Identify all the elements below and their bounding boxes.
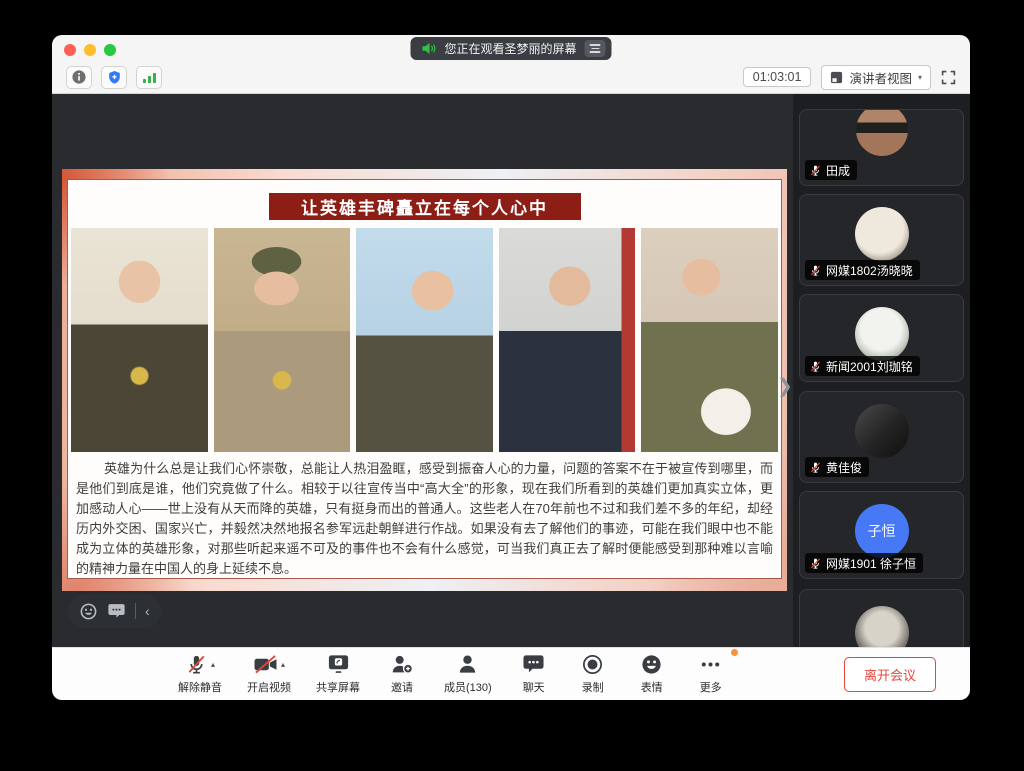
quick-chat-icon[interactable] bbox=[107, 603, 126, 620]
signal-bars-icon bbox=[142, 71, 157, 84]
reaction-pill: ‹ bbox=[68, 594, 161, 628]
participants-sidebar: 田成 网媒1802汤晓晓 bbox=[793, 94, 970, 647]
meeting-window: 您正在观看圣梦丽的屏幕 bbox=[52, 35, 970, 700]
fullscreen-icon[interactable] bbox=[941, 70, 956, 85]
chat-button[interactable]: 聊天 bbox=[517, 653, 551, 695]
mic-muted-icon bbox=[809, 461, 822, 474]
avatar: 子恒 bbox=[855, 504, 909, 558]
participant-tile[interactable]: 田成 bbox=[799, 109, 964, 186]
screen-share-banner: 您正在观看圣梦丽的屏幕 bbox=[410, 37, 611, 60]
titlebar: 您正在观看圣梦丽的屏幕 bbox=[52, 35, 970, 94]
sidebar-collapse-chevron[interactable]: ❯ bbox=[777, 370, 793, 402]
minimize-window-button[interactable] bbox=[84, 44, 96, 56]
pill-divider bbox=[135, 603, 136, 619]
avatar bbox=[855, 207, 909, 261]
veteran-photo-3 bbox=[356, 228, 493, 452]
info-icon bbox=[71, 69, 87, 85]
network-status-button[interactable] bbox=[136, 66, 162, 89]
shield-icon bbox=[107, 70, 122, 85]
zoom-window-button[interactable] bbox=[104, 44, 116, 56]
notification-dot bbox=[731, 649, 738, 656]
mic-muted-icon bbox=[809, 164, 822, 177]
shared-screen-stage: 让英雄丰碑矗立在每个人心中 英雄为什么总是让我们心怀崇敬，总能让人热泪盈眶，感受… bbox=[52, 94, 793, 647]
emoji-button[interactable]: 表情 bbox=[635, 653, 669, 695]
veteran-photo-row bbox=[71, 228, 778, 452]
participant-name-badge: 网媒1802汤晓晓 bbox=[805, 260, 920, 280]
slide-frame: 让英雄丰碑矗立在每个人心中 英雄为什么总是让我们心怀崇敬，总能让人热泪盈眶，感受… bbox=[67, 179, 782, 579]
meeting-info-button[interactable] bbox=[66, 66, 92, 89]
avatar bbox=[856, 109, 908, 156]
participant-tile[interactable]: 新闻2001刘珈铭 bbox=[799, 294, 964, 382]
control-bar: ▴ 解除静音 ▴ 开启视频 bbox=[52, 647, 970, 700]
share-screen-button[interactable]: 共享屏幕 bbox=[316, 653, 360, 695]
view-mode-selector[interactable]: 演讲者视图 ▾ bbox=[821, 65, 931, 90]
emoji-icon bbox=[640, 653, 663, 676]
start-video-button[interactable]: ▴ 开启视频 bbox=[247, 653, 291, 695]
mic-muted-icon bbox=[185, 653, 208, 676]
veteran-photo-1 bbox=[71, 228, 208, 452]
participant-name: 黄佳俊 bbox=[826, 459, 862, 476]
participant-tile[interactable]: 黄佳俊 bbox=[799, 391, 964, 483]
emoji-reaction-icon[interactable] bbox=[79, 602, 98, 621]
traffic-lights bbox=[64, 44, 116, 56]
invite-button[interactable]: 邀请 bbox=[385, 653, 419, 695]
participant-name-badge: 黄佳俊 bbox=[805, 457, 869, 477]
layout-icon bbox=[830, 71, 843, 84]
presentation-slide: 让英雄丰碑矗立在每个人心中 英雄为什么总是让我们心怀崇敬，总能让人热泪盈眶，感受… bbox=[62, 169, 787, 591]
participant-name-badge: 网媒1901 徐子恒 bbox=[805, 553, 923, 573]
record-button[interactable]: 录制 bbox=[576, 653, 610, 695]
participant-tile[interactable] bbox=[799, 589, 964, 647]
window-toolbar: 01:03:01 演讲者视图 ▾ bbox=[66, 65, 956, 89]
chat-icon bbox=[522, 654, 545, 675]
chevron-down-icon: ▾ bbox=[918, 73, 922, 82]
meeting-security-button[interactable] bbox=[101, 66, 127, 89]
veteran-photo-5 bbox=[641, 228, 778, 452]
participant-name-badge: 田成 bbox=[805, 160, 857, 180]
participant-name: 新闻2001刘珈铭 bbox=[826, 358, 913, 375]
mic-muted-icon bbox=[809, 360, 822, 373]
share-options-icon[interactable] bbox=[585, 40, 606, 57]
participant-name-badge: 新闻2001刘珈铭 bbox=[805, 356, 920, 376]
content-area: 让英雄丰碑矗立在每个人心中 英雄为什么总是让我们心怀崇敬，总能让人热泪盈眶，感受… bbox=[52, 94, 970, 647]
speaker-icon bbox=[421, 42, 436, 55]
mic-muted-icon bbox=[809, 557, 822, 570]
close-window-button[interactable] bbox=[64, 44, 76, 56]
members-button[interactable]: 成员(130) bbox=[444, 653, 492, 695]
view-mode-label: 演讲者视图 bbox=[849, 68, 912, 87]
leave-meeting-button[interactable]: 离开会议 bbox=[844, 657, 936, 692]
avatar bbox=[855, 606, 909, 647]
record-icon bbox=[581, 653, 604, 676]
video-options-caret[interactable]: ▴ bbox=[281, 660, 285, 669]
members-icon bbox=[456, 653, 479, 676]
mic-muted-icon bbox=[809, 264, 822, 277]
more-button[interactable]: 更多 bbox=[694, 653, 728, 695]
share-banner-text: 您正在观看圣梦丽的屏幕 bbox=[444, 40, 576, 57]
avatar-initials: 子恒 bbox=[868, 521, 896, 541]
participant-name: 网媒1802汤晓晓 bbox=[826, 262, 913, 279]
invite-person-icon bbox=[390, 653, 414, 676]
share-screen-icon bbox=[327, 653, 350, 676]
participant-name: 田成 bbox=[826, 162, 850, 179]
camera-off-icon bbox=[253, 654, 278, 675]
mic-options-caret[interactable]: ▴ bbox=[211, 660, 215, 669]
veteran-photo-2 bbox=[214, 228, 351, 452]
more-dots-icon bbox=[699, 653, 722, 676]
avatar bbox=[855, 307, 909, 361]
meeting-timer: 01:03:01 bbox=[743, 67, 812, 87]
slide-paragraph: 英雄为什么总是让我们心怀崇敬，总能让人热泪盈眶，感受到振奋人心的力量，问题的答案… bbox=[76, 459, 773, 579]
veteran-photo-4 bbox=[499, 228, 636, 452]
slide-title: 让英雄丰碑矗立在每个人心中 bbox=[269, 193, 581, 220]
chevron-left-icon[interactable]: ‹ bbox=[145, 604, 150, 618]
unmute-button[interactable]: ▴ 解除静音 bbox=[178, 653, 222, 695]
avatar bbox=[855, 404, 909, 458]
participant-tile[interactable]: 网媒1802汤晓晓 bbox=[799, 194, 964, 286]
participant-tile[interactable]: 子恒 网媒1901 徐子恒 bbox=[799, 491, 964, 579]
participant-name: 网媒1901 徐子恒 bbox=[826, 555, 916, 572]
